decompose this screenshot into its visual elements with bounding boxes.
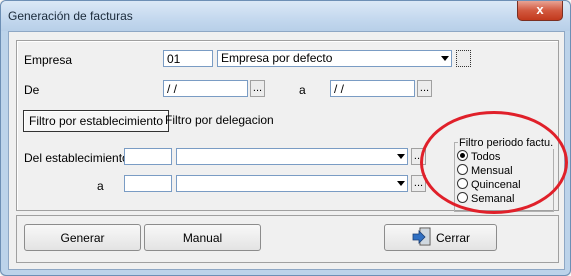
- chevron-down-icon: [397, 154, 405, 159]
- radio-selected-icon: [457, 150, 468, 161]
- periodo-group-title: Filtro periodo factu.: [458, 137, 555, 149]
- del-establecimiento-label: Del establecimiento: [24, 151, 129, 165]
- tab-filtro-establecimiento[interactable]: Filtro por establecimiento: [23, 110, 170, 132]
- radio-quincenal-label: Quincenal: [471, 179, 521, 191]
- date-to-picker-button[interactable]: ...: [417, 80, 432, 97]
- generar-button[interactable]: Generar: [24, 224, 141, 251]
- manual-button[interactable]: Manual: [144, 224, 261, 251]
- empresa-code-field[interactable]: 01: [163, 50, 213, 67]
- establecimiento-from-code-field[interactable]: [124, 148, 172, 165]
- close-button[interactable]: x: [517, 1, 563, 21]
- date-from-field[interactable]: / /: [163, 80, 248, 97]
- chevron-down-icon: [397, 181, 405, 186]
- date-from-picker-button[interactable]: ...: [250, 80, 265, 97]
- exit-door-icon: [412, 227, 431, 246]
- radio-todos-label: Todos: [471, 151, 501, 163]
- radio-unselected-icon: [457, 178, 468, 189]
- tab-filtro-delegacion[interactable]: Filtro por delegacion: [160, 110, 279, 132]
- radio-mensual[interactable]: Mensual: [457, 164, 513, 177]
- empresa-select[interactable]: Empresa por defecto: [217, 50, 452, 67]
- establecimiento-to-select[interactable]: [176, 175, 408, 192]
- empresa-select-value: Empresa por defecto: [221, 51, 333, 65]
- radio-mensual-label: Mensual: [471, 165, 513, 177]
- establecimiento-from-select[interactable]: [176, 148, 408, 165]
- radio-quincenal[interactable]: Quincenal: [457, 178, 521, 191]
- title-bar: Generación de facturas x: [1, 1, 570, 31]
- invoice-generation-window: Generación de facturas x Empresa 01 Empr…: [0, 0, 571, 276]
- button-panel: Generar Manual Cerrar: [16, 215, 559, 263]
- chevron-down-icon: [441, 56, 449, 61]
- radio-semanal-label: Semanal: [471, 193, 515, 205]
- empresa-label: Empresa: [24, 53, 73, 67]
- cerrar-button[interactable]: Cerrar: [384, 224, 497, 251]
- a-label: a: [299, 83, 306, 97]
- establecimiento-from-lookup-button[interactable]: ...: [411, 148, 426, 165]
- filter-panel: Empresa 01 Empresa por defecto De / / ..…: [16, 40, 559, 212]
- establecimiento-a-label: a: [97, 179, 104, 193]
- empresa-lookup-button[interactable]: [456, 50, 471, 67]
- radio-unselected-icon: [457, 164, 468, 175]
- de-label: De: [24, 83, 40, 97]
- window-title: Generación de facturas: [8, 9, 133, 23]
- cerrar-label: Cerrar: [435, 231, 470, 245]
- radio-unselected-icon: [457, 192, 468, 203]
- establecimiento-to-code-field[interactable]: [124, 175, 172, 192]
- date-to-field[interactable]: / /: [330, 80, 415, 97]
- radio-semanal[interactable]: Semanal: [457, 192, 514, 205]
- window-client-area: Empresa 01 Empresa por defecto De / / ..…: [8, 31, 565, 270]
- establecimiento-to-lookup-button[interactable]: ...: [411, 175, 426, 192]
- radio-todos[interactable]: Todos: [457, 150, 500, 163]
